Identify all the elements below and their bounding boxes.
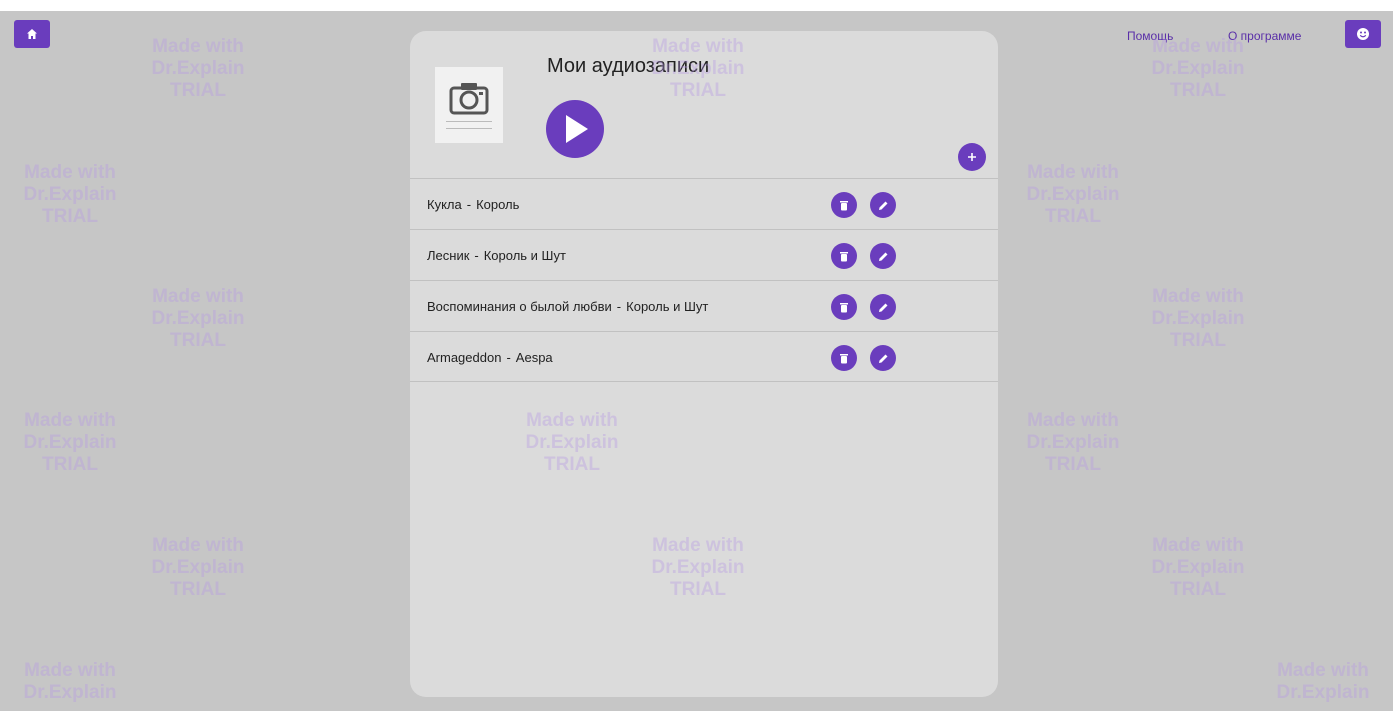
watermark-line: Made with (1277, 660, 1369, 681)
watermark: Made with Dr.Explain TRIAL (1003, 410, 1143, 476)
track-row[interactable]: Armageddon - Aespa (410, 331, 998, 382)
trash-icon (840, 200, 848, 210)
watermark: Made with Dr.Explain TRIAL (0, 162, 140, 228)
trash-icon (840, 302, 848, 312)
watermark-line: Made with (24, 162, 116, 183)
user-menu-button[interactable] (1345, 20, 1381, 48)
pencil-icon (878, 303, 887, 312)
watermark-line: TRIAL (170, 579, 226, 600)
watermark-line: Made with (1027, 410, 1119, 431)
delete-track-button[interactable] (831, 345, 857, 371)
watermark: Made with Dr.Explain TRIAL (1128, 36, 1268, 102)
edit-track-button[interactable] (870, 345, 896, 371)
track-separator: - (506, 350, 511, 365)
plus-icon (968, 153, 976, 161)
watermark-line: Made with (1152, 535, 1244, 556)
watermark: Made with Dr.Explain TRIAL (128, 286, 268, 352)
track-artist: Король и Шут (483, 248, 566, 263)
add-track-button[interactable] (958, 143, 986, 171)
watermark: Made with Dr.Explain (0, 660, 140, 704)
watermark-line: TRIAL (1170, 330, 1226, 351)
edit-track-button[interactable] (870, 294, 896, 320)
track-label: Лесник - Король и Шут (427, 248, 566, 263)
camera-icon (449, 83, 489, 115)
delete-track-button[interactable] (831, 243, 857, 269)
track-separator: - (466, 197, 472, 212)
help-link[interactable]: Помощь (1127, 29, 1173, 43)
trash-icon (840, 251, 848, 261)
track-label: Кукла - Король (427, 197, 519, 212)
home-icon (27, 29, 37, 39)
user-icon (1357, 28, 1369, 40)
watermark-line: Dr.Explain (151, 557, 245, 578)
watermark-line: TRIAL (1045, 454, 1101, 475)
track-separator: - (474, 248, 479, 263)
watermark-line: Made with (152, 286, 244, 307)
watermark: Made with Dr.Explain TRIAL (1128, 535, 1268, 601)
top-strip (0, 0, 1393, 11)
watermark-line: Made with (152, 36, 244, 57)
watermark-line: TRIAL (1045, 206, 1101, 227)
pencil-icon (878, 354, 887, 363)
watermark-line: TRIAL (170, 330, 226, 351)
track-artist: Король (476, 197, 520, 212)
pencil-icon (878, 201, 887, 210)
watermark-line: Dr.Explain (1026, 184, 1120, 205)
watermark: Made with Dr.Explain TRIAL (0, 410, 140, 476)
watermark: Made with Dr.Explain (1253, 660, 1393, 704)
watermark-line: Dr.Explain (23, 184, 117, 205)
watermark-line: Dr.Explain (23, 432, 117, 453)
track-title: Armageddon (427, 350, 502, 365)
delete-track-button[interactable] (831, 192, 857, 218)
watermark-line: TRIAL (1170, 80, 1226, 101)
play-button[interactable] (546, 100, 604, 158)
album-cover (435, 67, 503, 143)
about-link[interactable]: О программе (1228, 29, 1301, 43)
track-label: Воспоминания о былой любви - Король и Шут (427, 299, 708, 314)
watermark-line: Made with (24, 660, 116, 681)
page-title: Мои аудиозаписи (547, 55, 710, 77)
track-list: Кукла - Король Лесник - Король и Шут Воспоми… (410, 178, 998, 382)
watermark-line: Dr.Explain (1276, 682, 1370, 703)
watermark-line: Made with (24, 410, 116, 431)
watermark-line: Dr.Explain (1151, 557, 1245, 578)
watermark-line: TRIAL (42, 454, 98, 475)
track-artist: Aespa (515, 350, 553, 365)
watermark-line: Dr.Explain (151, 308, 245, 329)
watermark-line: Dr.Explain (1151, 58, 1245, 79)
trash-icon (840, 353, 848, 363)
audio-panel: Мои аудиозаписи Кукла - Король Лесник - Коро… (410, 31, 998, 697)
watermark-line: Made with (1152, 286, 1244, 307)
track-row[interactable]: Воспоминания о былой любви - Король и Шут (410, 280, 998, 331)
watermark: Made with Dr.Explain TRIAL (1003, 162, 1143, 228)
track-separator: - (616, 299, 622, 314)
watermark-line: Made with (1027, 162, 1119, 183)
watermark-line: Dr.Explain (1026, 432, 1120, 453)
track-title: Лесник (427, 248, 470, 263)
track-title: Кукла (427, 197, 462, 212)
edit-track-button[interactable] (870, 243, 896, 269)
edit-track-button[interactable] (870, 192, 896, 218)
track-row[interactable]: Кукла - Король (410, 178, 998, 229)
watermark-line: TRIAL (170, 80, 226, 101)
watermark: Made with Dr.Explain TRIAL (128, 36, 268, 102)
pencil-icon (878, 252, 887, 261)
track-artist: Король и Шут (626, 299, 709, 314)
watermark: Made with Dr.Explain TRIAL (1128, 286, 1268, 352)
home-button[interactable] (14, 20, 50, 48)
watermark-line: Made with (152, 535, 244, 556)
watermark: Made with Dr.Explain TRIAL (128, 535, 268, 601)
play-icon (566, 115, 588, 143)
track-title: Воспоминания о былой любви (427, 299, 612, 314)
watermark-line: Dr.Explain (23, 682, 117, 703)
track-label: Armageddon - Aespa (427, 350, 553, 365)
delete-track-button[interactable] (831, 294, 857, 320)
track-row[interactable]: Лесник - Король и Шут (410, 229, 998, 280)
watermark-line: TRIAL (42, 206, 98, 227)
cover-caption-decoration (446, 121, 492, 129)
watermark-line: Dr.Explain (151, 58, 245, 79)
watermark-line: Dr.Explain (1151, 308, 1245, 329)
watermark-line: TRIAL (1170, 579, 1226, 600)
